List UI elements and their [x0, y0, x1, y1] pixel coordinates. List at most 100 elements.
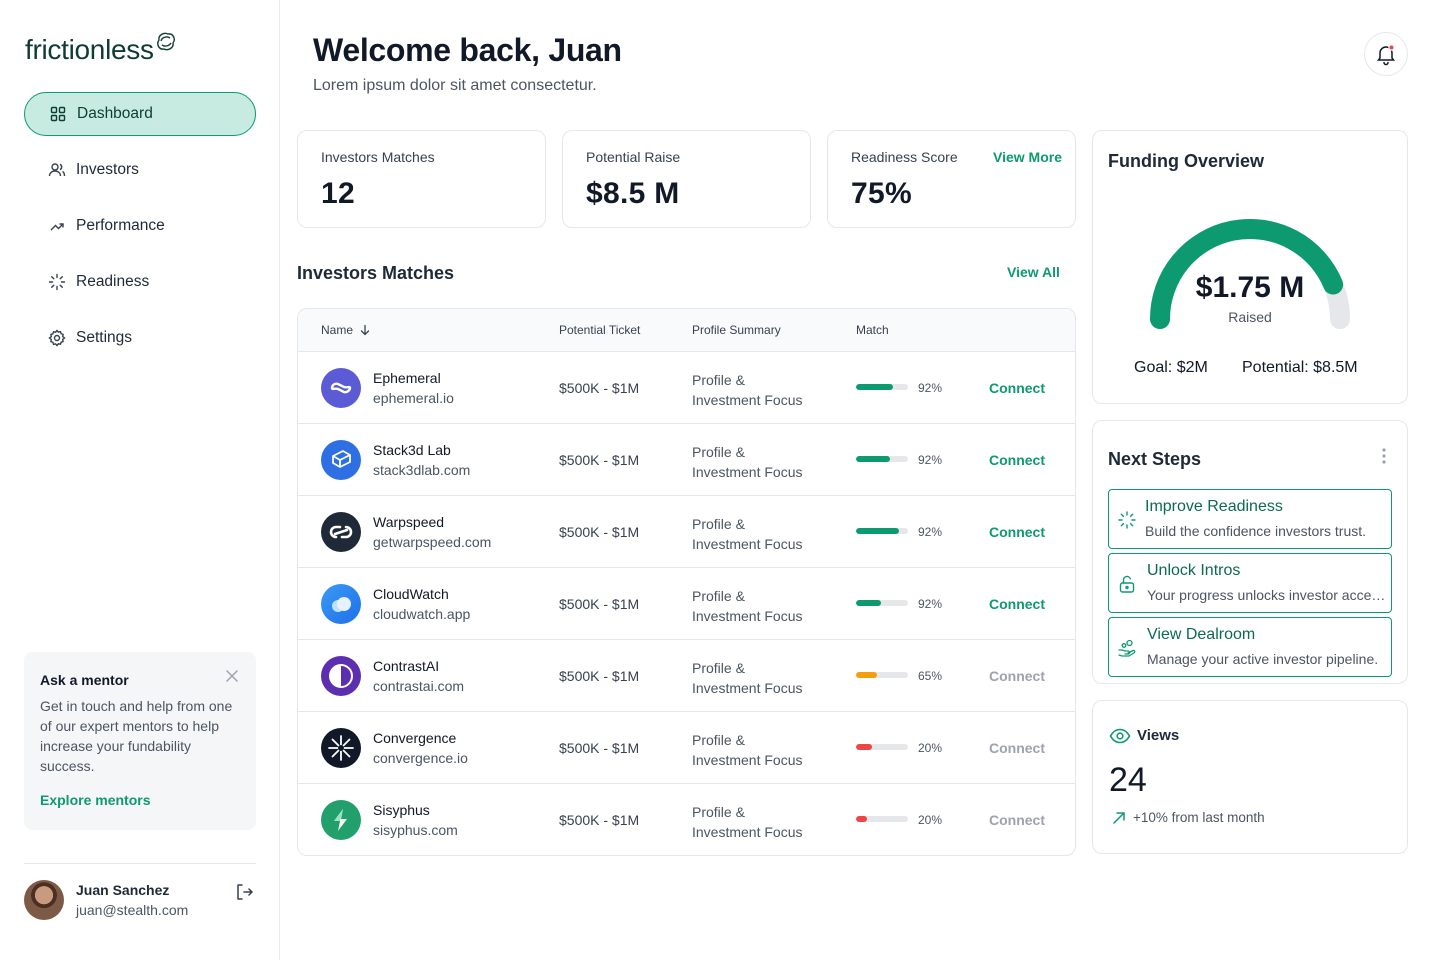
investor-name[interactable]: CloudWatch — [373, 586, 449, 602]
investor-name[interactable]: Stack3d Lab — [373, 442, 451, 458]
arrow-up-right-icon — [1113, 812, 1125, 824]
card-title: Funding Overview — [1108, 151, 1265, 171]
potential-ticket: $500K - $1M — [559, 668, 640, 684]
profile-summary-line: Investment Focus — [692, 464, 803, 480]
match-bar-fill — [856, 528, 899, 534]
match-bar — [856, 816, 908, 822]
profile-summary-line: Profile & — [692, 804, 745, 820]
step-title: View Dealroom — [1147, 626, 1256, 643]
sidebar-item-label: Settings — [76, 329, 133, 346]
match-bar — [856, 744, 908, 750]
match-bar-fill — [856, 456, 890, 462]
investor-name[interactable]: Sisyphus — [373, 802, 430, 818]
logout-icon[interactable] — [234, 882, 254, 902]
user-name: Juan Sanchez — [76, 882, 170, 898]
mentor-body: Get in touch and help from one of our ex… — [40, 698, 233, 774]
connect-button[interactable]: Connect — [989, 452, 1045, 468]
profile-summary-line: Profile & — [692, 372, 745, 388]
sidebar-item-dashboard[interactable]: Dashboard — [24, 92, 256, 136]
match-bar-fill — [856, 744, 872, 750]
connect-button[interactable]: Connect — [989, 740, 1045, 756]
investor-name[interactable]: Warpspeed — [373, 514, 444, 530]
step-improve-readiness[interactable]: Improve Readiness Build the confidence i… — [1108, 489, 1392, 549]
mentor-card: Ask a mentor Get in touch and help from … — [24, 652, 256, 830]
stat-card-matches: Investors Matches 12 — [297, 130, 546, 228]
next-steps-card: Next Steps Improve Readiness Build the c… — [1092, 420, 1408, 684]
table-row: Stack3d Lab stack3dlab.com $500K - $1M Prof… — [298, 424, 1075, 496]
potential-ticket: $500K - $1M — [559, 452, 640, 468]
connect-button[interactable]: Connect — [989, 524, 1045, 540]
view-more-link[interactable]: View More — [993, 149, 1062, 165]
profile-summary-line: Investment Focus — [692, 608, 803, 624]
funding-overview-card: Funding Overview $1.75 M Raised Goal: $2… — [1092, 130, 1408, 404]
profile-summary-line: Profile & — [692, 588, 745, 604]
sidebar-item-label: Dashboard — [77, 105, 153, 122]
page-subtitle: Lorem ipsum dolor sit amet consectetur. — [313, 77, 597, 94]
profile-summary: Profile & Investment Focus — [692, 370, 803, 410]
step-view-dealroom[interactable]: View Dealroom Manage your active investo… — [1108, 617, 1392, 677]
profile-summary-line: Profile & — [692, 732, 745, 748]
matches-table: Name Potential Ticket Profile Summary Ma… — [297, 308, 1076, 856]
eye-icon — [1109, 728, 1131, 744]
user-email: juan@stealth.com — [76, 902, 189, 918]
investor-url: contrastai.com — [373, 678, 465, 694]
close-icon[interactable] — [224, 668, 240, 684]
brand-logo[interactable]: frictionless — [25, 30, 177, 70]
potential-label: Potential: $8.5M — [1242, 359, 1358, 376]
table-row: ContrastAI contrastai.com $500K - $1M Profi… — [298, 640, 1075, 712]
table-row: Ephemeral ephemeral.io $500K - $1M Profile … — [298, 352, 1075, 424]
views-value: 24 — [1109, 761, 1147, 799]
contrastai-logo — [321, 656, 361, 696]
connect-button[interactable]: Connect — [989, 596, 1045, 612]
investor-name[interactable]: Convergence — [373, 730, 456, 746]
investor-name[interactable]: Ephemeral — [373, 370, 441, 386]
column-header-ticket: Potential Ticket — [559, 323, 641, 337]
sort-by-name[interactable]: Name — [321, 323, 371, 337]
stat-card-readiness: Readiness Score 75% View More — [827, 130, 1076, 228]
match-bar-fill — [856, 384, 894, 390]
sidebar-item-label: Readiness — [76, 273, 150, 290]
sidebar-nav: Dashboard Investors Performance Readines… — [24, 92, 256, 372]
investor-url: getwarpspeed.com — [373, 534, 492, 550]
sidebar-item-settings[interactable]: Settings — [24, 316, 256, 360]
grid-icon — [49, 105, 67, 123]
explore-mentors-link[interactable]: Explore mentors — [40, 792, 240, 808]
connect-button[interactable]: Connect — [989, 380, 1045, 396]
sidebar-item-investors[interactable]: Investors — [24, 148, 256, 192]
investor-name[interactable]: ContrastAI — [373, 658, 439, 674]
match-bar — [856, 384, 908, 390]
match-bar — [856, 528, 908, 534]
notifications-button[interactable] — [1364, 32, 1408, 76]
card-title: Next Steps — [1108, 449, 1202, 469]
step-unlock-intros[interactable]: Unlock Intros Your progress unlocks inve… — [1108, 553, 1392, 613]
view-all-link[interactable]: View All — [1007, 264, 1060, 280]
sidebar-item-readiness[interactable]: Readiness — [24, 260, 256, 304]
goal-label: Goal: $2M — [1134, 359, 1208, 376]
stack3d-lab-logo — [321, 440, 361, 480]
investor-url: cloudwatch.app — [373, 606, 471, 622]
mentor-title: Ask a mentor — [40, 672, 129, 688]
stat-card-raise: Potential Raise $8.5 M — [562, 130, 811, 228]
more-options-icon[interactable] — [1381, 447, 1387, 465]
brand-name: frictionless — [25, 34, 154, 65]
profile-summary-line: Investment Focus — [692, 392, 803, 408]
stat-value: 75% — [851, 177, 912, 210]
loader-icon — [1118, 511, 1136, 529]
step-title: Unlock Intros — [1147, 562, 1241, 579]
column-header-profile: Profile Summary — [692, 323, 781, 337]
connect-button[interactable]: Connect — [989, 668, 1045, 684]
sidebar-item-performance[interactable]: Performance — [24, 204, 256, 248]
stat-value: 12 — [321, 177, 355, 210]
connect-button[interactable]: Connect — [989, 812, 1045, 828]
profile-summary: Profile & Investment Focus — [692, 730, 803, 770]
match-bar-fill — [856, 600, 881, 606]
table-header: Name Potential Ticket Profile Summary Ma… — [298, 309, 1075, 352]
raised-label: Raised — [1228, 309, 1272, 325]
matches-title: Investors Matches — [297, 263, 455, 283]
profile-summary: Profile & Investment Focus — [692, 442, 803, 482]
page-title: Welcome back, Juan — [313, 32, 622, 68]
profile-summary-line: Investment Focus — [692, 680, 803, 696]
views-label: Views — [1137, 727, 1180, 744]
profile-summary: Profile & Investment Focus — [692, 586, 803, 626]
user-profile[interactable]: Juan Sanchez juan@stealth.com — [24, 878, 256, 922]
